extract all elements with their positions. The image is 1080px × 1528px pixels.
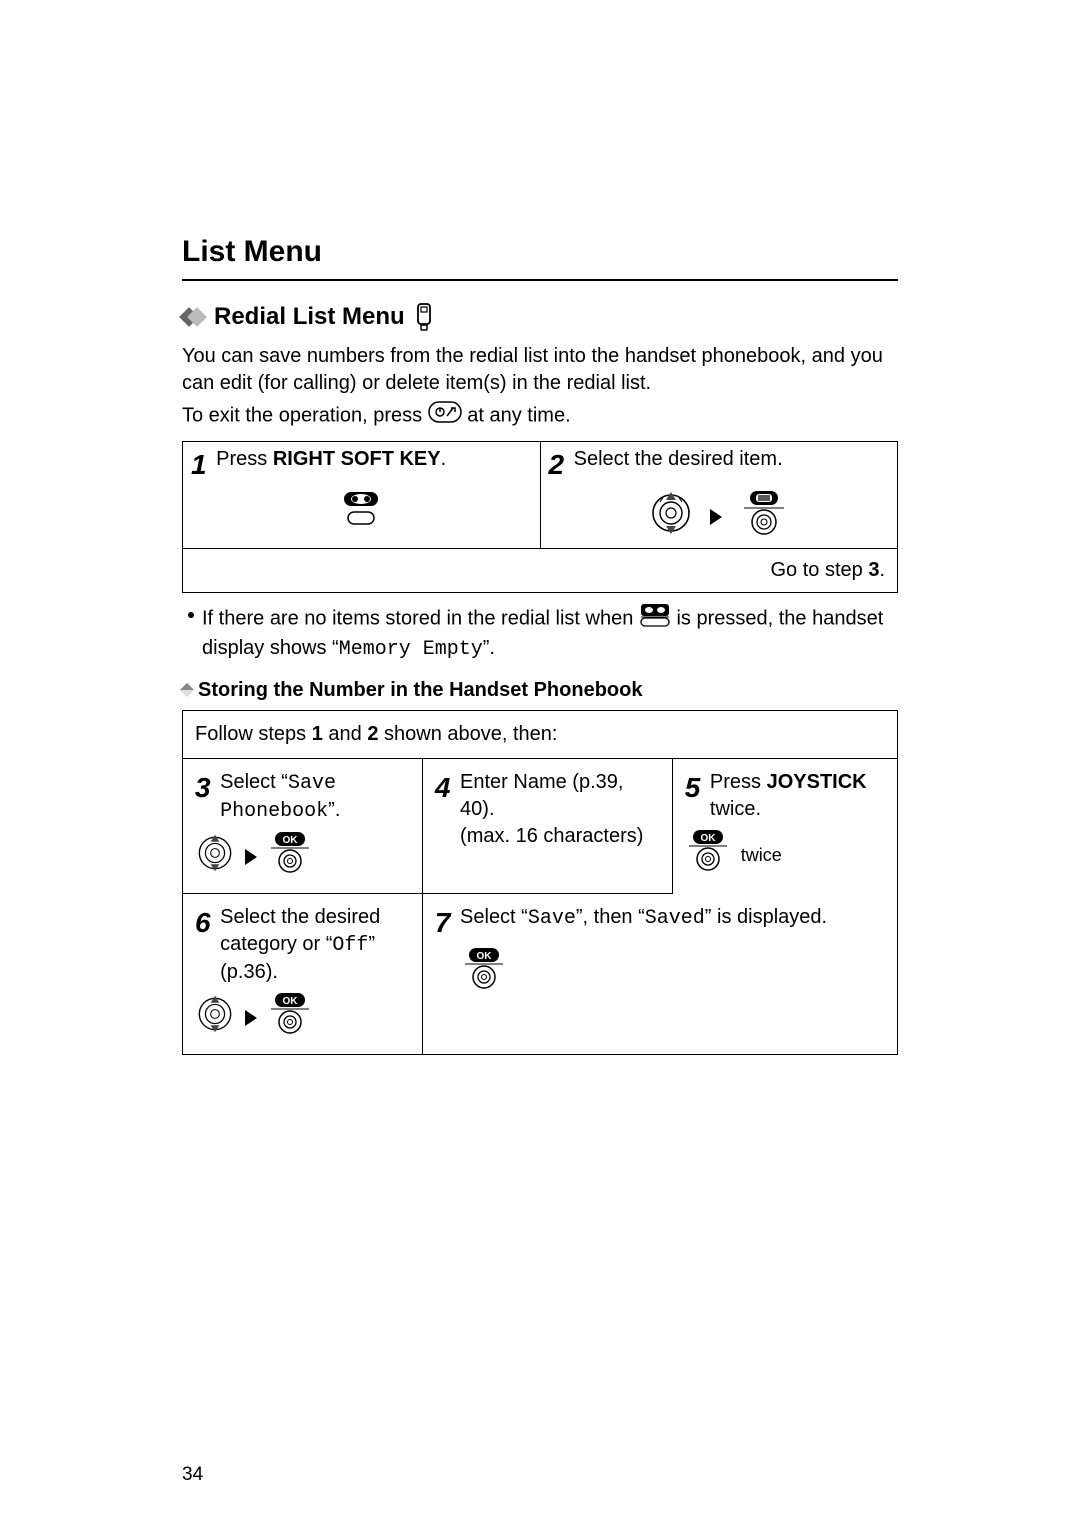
arrow-right-icon bbox=[710, 509, 722, 525]
intro-line-2b: at any time. bbox=[467, 404, 570, 426]
follow-steps-text: Follow steps 1 and 2 shown above, then: bbox=[183, 711, 897, 759]
svg-text:OK: OK bbox=[700, 833, 716, 844]
menu-key-over-joystick-icon bbox=[738, 490, 790, 544]
step-7-text: Select “Save”, then “Saved” is displayed… bbox=[460, 904, 827, 932]
step-5-number: 5 bbox=[685, 769, 701, 807]
step-5-cell: 5 Press JOYSTICK twice. OK bbox=[673, 759, 897, 894]
subsection-heading-row: Redial List Menu bbox=[182, 301, 898, 333]
goto-step-number: 3 bbox=[868, 559, 879, 581]
step-4-text: Enter Name (p.39, 40). (max. 16 characte… bbox=[460, 769, 649, 850]
arrow-right-icon bbox=[245, 849, 257, 865]
svg-text:OK: OK bbox=[283, 835, 299, 846]
step-2-graphic bbox=[549, 490, 890, 544]
steps-1-2-box: 1 Press RIGHT SOFT KEY. bbox=[182, 441, 898, 593]
ok-over-joystick-icon: OK bbox=[685, 829, 731, 881]
step-5-text: Press JOYSTICK twice. bbox=[710, 769, 874, 823]
redial-key-icon bbox=[639, 603, 671, 635]
step-7-number: 7 bbox=[435, 904, 451, 942]
step-4-number: 4 bbox=[435, 769, 451, 807]
step-7-cell: 7 Select “Save”, then “Saved” is display… bbox=[423, 894, 897, 1054]
power-off-key-icon bbox=[428, 401, 462, 431]
svg-text:OK: OK bbox=[476, 951, 492, 962]
subsection-title: Redial List Menu bbox=[214, 301, 405, 333]
step-2-text: Select the desired item. bbox=[574, 446, 783, 473]
arrow-right-icon bbox=[245, 1010, 257, 1026]
step-3-number: 3 bbox=[195, 769, 211, 807]
manual-page: List Menu Redial List Menu You can save … bbox=[0, 0, 1080, 1528]
step-6-graphic: OK bbox=[195, 992, 410, 1044]
step-3-graphic: OK bbox=[195, 831, 410, 883]
note-bullet: If there are no items stored in the redi… bbox=[188, 603, 898, 663]
step-5-graphic: OK twice bbox=[685, 829, 885, 881]
intro-text: You can save numbers from the redial lis… bbox=[182, 343, 898, 431]
intro-line-2: To exit the operation, press at any time… bbox=[182, 401, 898, 431]
joystick-updown-icon bbox=[195, 833, 235, 881]
page-number: 34 bbox=[182, 1462, 203, 1488]
double-diamond-icon bbox=[182, 310, 204, 324]
bullet-icon bbox=[188, 612, 194, 618]
mini-diamond-icon bbox=[180, 683, 194, 697]
step-1-graphic bbox=[191, 490, 532, 538]
steps-3-7-box: Follow steps 1 and 2 shown above, then: … bbox=[182, 710, 898, 1055]
step-3-text: Select “Save Phonebook”. bbox=[220, 769, 399, 825]
twice-label: twice bbox=[741, 843, 782, 867]
memory-empty-text: Memory Empty bbox=[339, 638, 483, 661]
storing-subtitle: Storing the Number in the Handset Phoneb… bbox=[182, 677, 898, 704]
joystick-updown-icon bbox=[648, 490, 694, 544]
goto-footer: Go to step 3. bbox=[183, 548, 897, 592]
step-4-cell: 4 Enter Name (p.39, 40). (max. 16 charac… bbox=[423, 759, 673, 894]
ok-over-joystick-icon: OK bbox=[267, 831, 313, 883]
step-6-cell: 6 Select the desired category or “Off” (… bbox=[183, 894, 423, 1054]
step-7-graphic: OK bbox=[461, 947, 885, 999]
intro-line-2a: To exit the operation, press bbox=[182, 404, 428, 426]
intro-line-1: You can save numbers from the redial lis… bbox=[182, 343, 898, 397]
step-6-number: 6 bbox=[195, 904, 211, 942]
svg-text:OK: OK bbox=[283, 996, 299, 1007]
joystick-updown-icon bbox=[195, 994, 235, 1042]
step-6-text: Select the desired category or “Off” (p.… bbox=[220, 904, 399, 986]
note-text: If there are no items stored in the redi… bbox=[202, 603, 898, 663]
step-1-text: Press RIGHT SOFT KEY. bbox=[216, 446, 446, 473]
ok-over-joystick-icon: OK bbox=[461, 947, 507, 999]
step-2-number: 2 bbox=[549, 446, 565, 484]
page-title: List Menu bbox=[182, 232, 898, 273]
step-3-cell: 3 Select “Save Phonebook”. bbox=[183, 759, 423, 894]
right-soft-key-label: RIGHT SOFT KEY bbox=[273, 448, 441, 470]
step-1-number: 1 bbox=[191, 446, 207, 484]
joystick-label: JOYSTICK bbox=[767, 771, 867, 793]
ok-over-joystick-icon: OK bbox=[267, 992, 313, 1044]
soft-key-icon bbox=[334, 490, 388, 538]
title-rule bbox=[182, 279, 898, 281]
handset-icon bbox=[415, 303, 433, 331]
